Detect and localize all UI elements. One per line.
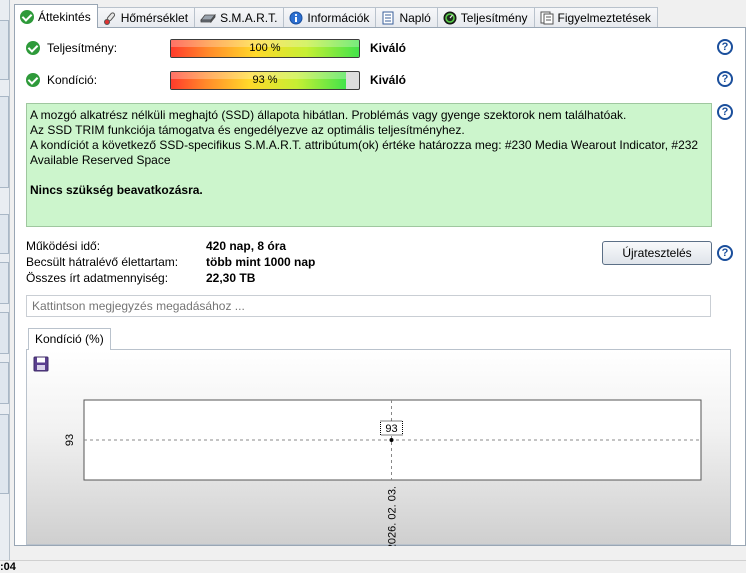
health-label: Kondíció: [47,73,98,87]
check-icon [26,41,40,55]
warning-doc-icon [540,11,553,25]
tab-label: Napló [399,11,431,25]
tab-label: S.M.A.R.T. [220,11,278,25]
background-panel [0,20,9,80]
background-panel [0,414,9,494]
tab-label: Hőmérséklet [120,11,189,25]
drive-icon [200,13,216,24]
tab-information[interactable]: Információk [283,7,377,28]
stat-label: Becsült hátralévő élettartam: [26,255,179,269]
background-panel [0,362,9,404]
health-meter: 93 % [170,70,360,90]
check-icon [20,9,34,24]
x-tick-label: 2026. 02. 03. [387,486,399,546]
tab-performance[interactable]: Teljesítmény [436,7,535,28]
background-panel [0,96,9,188]
check-icon [26,73,40,87]
tab-overview[interactable]: Áttekintés [14,4,98,28]
background-panel [0,262,9,304]
status-conclusion: Nincs szükség beavatkozásra. [30,183,203,197]
stat-label: Működési idő: [26,239,101,253]
stat-value: 22,30 TB [206,271,256,285]
performance-label: Teljesítmény: [47,41,118,55]
background-panel [0,312,9,354]
tab-temperature[interactable]: Hőmérséklet [96,7,196,28]
stat-row-total-written: Összes írt adatmennyiség: 22,30 TB [26,271,346,287]
help-icon[interactable]: ? [717,39,733,55]
gauge-icon [443,11,457,25]
performance-percent: 100 % [249,41,281,54]
stat-value: több mint 1000 nap [206,255,316,269]
log-icon [382,11,394,25]
status-description-box: A mozgó alkatrész nélküli meghajtó (SSD)… [26,103,712,227]
help-icon[interactable]: ? [717,71,733,87]
tab-log[interactable]: Napló [375,7,438,28]
help-icon[interactable]: ? [717,245,733,261]
tab-warnings[interactable]: Figyelmeztetések [533,7,658,28]
info-icon [289,11,303,25]
overview-panel: Teljesítmény: 100 % Kiváló ? Kondíció: 9… [14,27,746,546]
stat-value: 420 nap, 8 óra [206,239,287,253]
status-line: Az SSD TRIM funkciója támogatva és enged… [30,123,465,137]
stat-label: Összes írt adatmennyiség: [26,271,169,285]
tab-label: Figyelmeztetések [557,11,651,25]
background-panel [0,214,9,254]
stat-row-remaining-lifetime: Becsült hátralévő élettartam: több mint … [26,255,346,271]
data-label: 93 [385,423,397,435]
tab-label: Teljesítmény [460,11,528,25]
background-window-edge [0,0,10,560]
health-chart-frame: 93 2026. 02. 03. 93 [26,349,731,546]
health-chart: 93 2026. 02. 03. 93 [64,399,702,546]
help-icon[interactable]: ? [717,104,733,120]
health-percent: 93 % [252,73,278,86]
tab-label: Áttekintés [38,9,91,24]
thermometer-icon [103,12,115,25]
status-line: A mozgó alkatrész nélküli meghajtó (SSD)… [30,108,627,122]
status-line: A kondíciót a következő SSD-specifikus S… [30,138,699,167]
tab-label: Információk [307,11,370,25]
tab-smart[interactable]: S.M.A.R.T. [194,7,285,28]
tab-health-chart[interactable]: Kondíció (%) [28,328,111,350]
retest-button[interactable]: Újratesztelés [602,241,712,265]
performance-meter: 100 % [170,38,360,58]
tab-bar: Áttekintés Hőmérséklet S.M.A.R.T. Inform… [14,4,746,28]
stat-row-power-on-time: Működési idő: 420 nap, 8 óra [26,239,346,255]
note-input[interactable] [26,295,711,317]
status-text: :04 [0,561,16,573]
drive-stats: Működési idő: 420 nap, 8 óra Becsült hát… [26,239,346,287]
status-bar: :04 [0,560,746,573]
performance-rating: Kiváló [370,41,407,55]
y-tick-label: 93 [64,434,76,446]
health-rating: Kiváló [370,73,407,87]
data-point [389,438,394,442]
